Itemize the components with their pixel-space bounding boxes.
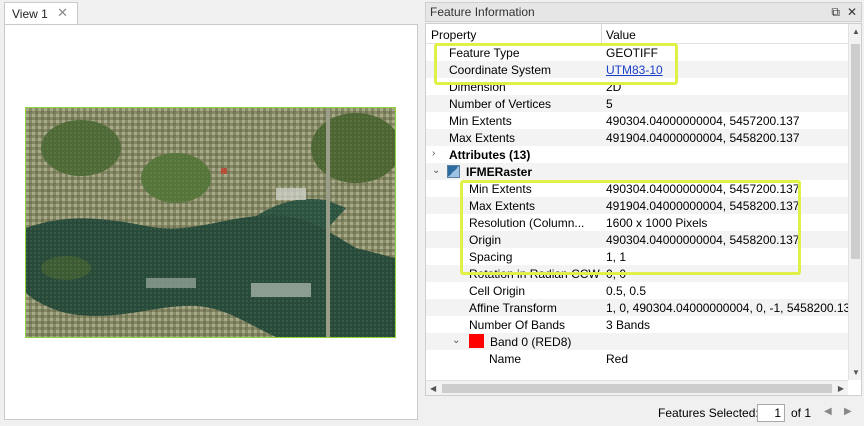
property-name: Number of Vertices [449, 97, 552, 111]
tab-view-1[interactable]: View 1 ✕ [4, 2, 78, 25]
table-row[interactable]: Dimension 2D [426, 78, 848, 95]
next-feature-icon[interactable]: ▶ [844, 406, 852, 417]
property-name: Affine Transform [469, 301, 557, 315]
property-value: 1, 0, 490304.04000000004, 0, -1, 5458200… [606, 301, 857, 315]
group-name: Attributes (13) [449, 148, 531, 162]
table-row[interactable]: Number Of Bands 3 Bands [426, 316, 848, 333]
table-row[interactable]: Origin 490304.04000000004, 5458200.137 [426, 231, 848, 248]
table-header: Property Value [426, 24, 848, 44]
property-value: 490304.04000000004, 5457200.137 [606, 182, 800, 196]
property-value: 2D [606, 80, 622, 94]
table-row[interactable]: Resolution (Column... 1600 x 1000 Pixels [426, 214, 848, 231]
band-color-swatch [469, 334, 484, 348]
property-name: Min Extents [449, 114, 512, 128]
feature-navigation-footer: Features Selected: 1 of 1 ◀ ▶ [425, 400, 864, 426]
table-row[interactable]: Spacing 1, 1 [426, 248, 848, 265]
table-row[interactable]: Min Extents 490304.04000000004, 5457200.… [426, 180, 848, 197]
property-value: 3 Bands [606, 318, 651, 332]
property-value: GEOTIFF [606, 46, 658, 60]
column-header-property[interactable]: Property [431, 28, 476, 42]
close-tab-icon[interactable]: ✕ [57, 5, 68, 21]
property-name: Spacing [469, 250, 513, 264]
property-value: 491904.04000000004, 5458200.137 [606, 199, 800, 213]
table-row[interactable]: Feature Type GEOTIFF [426, 44, 848, 61]
coordinate-system-link[interactable]: UTM83-10 [606, 63, 663, 77]
close-panel-icon[interactable]: ✕ [847, 5, 857, 20]
collapse-arrow-icon[interactable]: ⌄ [432, 165, 440, 176]
scroll-down-icon[interactable]: ▼ [852, 368, 860, 377]
band-group-row[interactable]: ⌄ Band 0 (RED8) [426, 333, 848, 350]
feature-count: of 1 [791, 406, 812, 420]
property-value: 5 [606, 97, 613, 111]
property-value: 1600 x 1000 Pixels [606, 216, 708, 230]
scroll-right-icon[interactable]: ▶ [838, 384, 844, 393]
property-name: Min Extents [469, 182, 532, 196]
aerial-photo [26, 108, 395, 337]
table-row[interactable]: Min Extents 490304.04000000004, 5457200.… [426, 112, 848, 129]
tab-label: View 1 [12, 7, 48, 21]
raster-image[interactable] [25, 107, 396, 338]
previous-feature-icon[interactable]: ◀ [824, 406, 832, 417]
raster-icon [447, 165, 460, 178]
features-selected-label: Features Selected: [658, 406, 759, 420]
panel-title-bar: Feature Information ⧉ ✕ [425, 2, 862, 22]
property-name: Band 0 (RED8) [490, 335, 572, 349]
property-value: 490304.04000000004, 5457200.137 [606, 114, 800, 128]
property-name: Rotation in Radian CCW [469, 267, 600, 281]
property-name: Dimension [449, 80, 506, 94]
group-name: IFMERaster [466, 165, 533, 179]
feature-index-input[interactable]: 1 [757, 404, 785, 422]
property-name: Max Extents [469, 199, 536, 213]
property-name: Origin [469, 233, 502, 247]
property-value: Red [606, 352, 629, 366]
table-row[interactable]: Affine Transform 1, 0, 490304.0400000000… [426, 299, 857, 316]
property-name: Resolution (Column... [469, 216, 585, 230]
table-row[interactable]: Max Extents 491904.04000000004, 5458200.… [426, 197, 848, 214]
property-value: 491904.04000000004, 5458200.137 [606, 131, 800, 145]
view-tab-bar: View 1 ✕ [0, 0, 420, 25]
property-name: Cell Origin [469, 284, 526, 298]
column-header-value[interactable]: Value [606, 28, 636, 42]
expand-arrow-icon[interactable]: › [432, 148, 435, 159]
panel-title: Feature Information [430, 5, 535, 19]
property-name: Name [489, 352, 522, 366]
ifmeraster-group-row[interactable]: ⌄ IFMERaster [426, 163, 848, 180]
vertical-scrollbar[interactable]: ▲ ▼ [848, 24, 861, 380]
collapse-arrow-icon[interactable]: ⌄ [452, 335, 460, 346]
property-name: Max Extents [449, 131, 516, 145]
scroll-up-icon[interactable]: ▲ [852, 27, 860, 36]
table-row[interactable]: Max Extents 491904.04000000004, 5458200.… [426, 129, 848, 146]
table-row[interactable]: Rotation in Radian CCW 0, 0 [426, 265, 848, 282]
property-name: Coordinate System [449, 63, 552, 77]
attributes-group-row[interactable]: › Attributes (13) [426, 146, 848, 163]
map-view[interactable] [4, 24, 418, 420]
float-panel-icon[interactable]: ⧉ [831, 5, 840, 20]
property-table: Property Value Feature Type GEOTIFF Coor… [425, 23, 862, 396]
scroll-left-icon[interactable]: ◀ [430, 384, 436, 393]
horizontal-scrollbar[interactable]: ◀ ▶ [426, 380, 848, 395]
scrollbar-thumb[interactable] [442, 384, 832, 393]
property-name: Number Of Bands [469, 318, 566, 332]
table-row[interactable]: Number of Vertices 5 [426, 95, 848, 112]
property-name: Feature Type [449, 46, 520, 60]
property-value: 0.5, 0.5 [606, 284, 647, 298]
property-value: 1, 1 [606, 250, 627, 264]
property-value: 0, 0 [606, 267, 627, 281]
table-row[interactable]: Name Red [426, 350, 848, 367]
property-value: 490304.04000000004, 5458200.137 [606, 233, 800, 247]
table-row[interactable]: Coordinate System UTM83-10 [426, 61, 848, 78]
table-row[interactable]: Cell Origin 0.5, 0.5 [426, 282, 848, 299]
feature-information-panel: Feature Information ⧉ ✕ Property Value F… [425, 0, 864, 400]
scrollbar-thumb[interactable] [851, 44, 860, 259]
